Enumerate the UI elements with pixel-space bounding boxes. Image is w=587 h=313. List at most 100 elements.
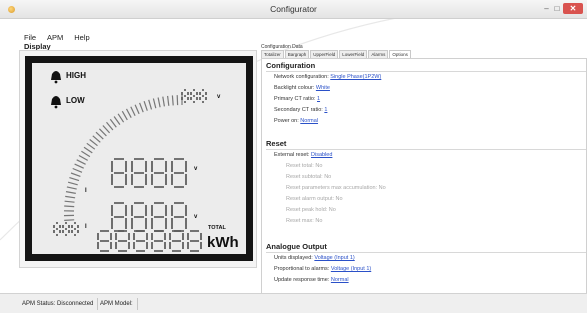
tab-lowerfield[interactable]: LowerField bbox=[339, 50, 368, 58]
totalizer-digit bbox=[133, 230, 148, 252]
totalizer-small-digit bbox=[53, 222, 61, 236]
bargraph-segment bbox=[162, 96, 165, 107]
bargraph-segment bbox=[134, 104, 140, 115]
menu-file[interactable]: File bbox=[24, 33, 36, 42]
upper-field-digit bbox=[171, 158, 187, 188]
lcd-bezel: HIGH LOW v v v I I TOTAL kWh bbox=[25, 56, 253, 261]
kwh-label: kWh bbox=[207, 234, 239, 251]
title-bar: Configurator – □ ✕ bbox=[0, 0, 587, 19]
tab-bargraph[interactable]: Bargraph bbox=[284, 50, 310, 58]
bargraph-segment bbox=[72, 167, 83, 173]
menu-apm[interactable]: APM bbox=[47, 33, 63, 42]
bargraph-segment bbox=[74, 163, 84, 169]
totalizer-digit bbox=[169, 230, 184, 252]
totalizer-digit bbox=[187, 230, 202, 252]
configuration-section: Configuration Network configuration: Sin… bbox=[266, 61, 586, 127]
bargraph-segment bbox=[113, 116, 121, 125]
configuration-heading: Configuration bbox=[266, 61, 586, 72]
reset-peak-hold-row: Reset peak hold: No bbox=[286, 207, 336, 213]
update-response-link[interactable]: Normal bbox=[331, 277, 349, 283]
reset-alarm-output-row: Reset alarm output: No bbox=[286, 196, 343, 202]
bargraph-segment bbox=[167, 95, 170, 106]
bargraph-digit bbox=[190, 89, 198, 103]
bargraph-segment bbox=[65, 191, 76, 194]
bargraph-segment bbox=[95, 131, 104, 140]
apm-status-text: APM Status: Disconnected bbox=[18, 298, 99, 310]
totalizer-digit bbox=[151, 230, 166, 252]
window-title: Configurator bbox=[270, 4, 317, 14]
bargraph-segment bbox=[106, 121, 114, 131]
lower-field-digit bbox=[131, 202, 147, 232]
backlight-row: Backlight colour: White bbox=[274, 85, 330, 91]
bargraph-segment bbox=[102, 125, 111, 134]
bargraph-segment bbox=[139, 102, 144, 113]
bargraph-segment bbox=[66, 186, 77, 190]
bargraph-segment bbox=[148, 99, 153, 110]
upper-field-digit bbox=[131, 158, 147, 188]
tab-alarms[interactable]: Alarms bbox=[368, 50, 389, 58]
totalizer-small-digit bbox=[62, 222, 70, 236]
bargraph-segment bbox=[143, 101, 148, 111]
secondary-ct-link[interactable]: 1 bbox=[324, 107, 327, 113]
alarm-high-bell-icon bbox=[51, 71, 61, 80]
bargraph-segment bbox=[152, 98, 157, 109]
tab-upperfield[interactable]: UpperField bbox=[310, 50, 339, 58]
reset-max-row: Reset max: No bbox=[286, 218, 323, 224]
alarm-high-label: HIGH bbox=[66, 71, 86, 80]
proportional-alarms-link[interactable]: Voltage (Input 1) bbox=[331, 266, 371, 272]
bargraph-segment bbox=[70, 172, 81, 177]
totalizer-small-digit bbox=[71, 222, 79, 236]
totalizer-digit bbox=[97, 230, 112, 252]
options-pane: Configuration Network configuration: Sin… bbox=[261, 58, 587, 295]
external-reset-row: External reset: Disabled bbox=[274, 152, 333, 158]
reset-heading: Reset bbox=[266, 139, 586, 150]
apm-model-text: APM Model: bbox=[96, 298, 138, 310]
primary-ct-link[interactable]: 1 bbox=[317, 96, 320, 102]
bargraph-segment bbox=[157, 97, 161, 108]
menu-help[interactable]: Help bbox=[74, 33, 89, 42]
bargraph-segment bbox=[92, 135, 101, 143]
external-reset-link[interactable]: Disabled bbox=[311, 152, 332, 158]
bargraph-segment bbox=[67, 181, 78, 186]
power-on-link[interactable]: Normal bbox=[300, 118, 318, 124]
tab-totalizer[interactable]: Totalizer bbox=[261, 50, 284, 58]
bargraph-segment bbox=[83, 146, 93, 154]
totalizer-digit bbox=[115, 230, 130, 252]
proportional-alarms-row: Proportional to alarms: Voltage (Input 1… bbox=[274, 266, 372, 272]
alarm-low-label: LOW bbox=[66, 96, 85, 105]
units-displayed-link[interactable]: Voltage (Input 1) bbox=[314, 255, 354, 261]
analogue-output-heading: Analogue Output bbox=[266, 242, 586, 253]
alarm-high-bell-icon-clapper bbox=[54, 80, 58, 84]
bargraph-segment bbox=[69, 177, 80, 182]
bargraph-segment bbox=[130, 106, 136, 116]
bargraph-segment bbox=[64, 200, 75, 203]
units-displayed-row: Units displayed: Voltage (Input 1) bbox=[274, 255, 355, 261]
status-bar: APM Status: Disconnected APM Model: bbox=[0, 293, 587, 313]
bargraph-segment bbox=[86, 142, 96, 150]
reset-section: Reset External reset: Disabled Reset tot… bbox=[266, 139, 586, 227]
close-button[interactable]: ✕ bbox=[563, 3, 583, 14]
bargraph-segment bbox=[125, 108, 132, 118]
bargraph-segment bbox=[171, 95, 174, 106]
bargraph-segment bbox=[65, 195, 76, 199]
bargraph-unit-label: v bbox=[217, 94, 221, 100]
upper-i-label: I bbox=[85, 188, 87, 194]
tab-options[interactable]: Options bbox=[389, 50, 411, 58]
reset-total-row: Reset total: No bbox=[286, 163, 323, 169]
reset-max-accumulation-row: Reset parameters max accumulation: No bbox=[286, 185, 386, 191]
bargraph-segment bbox=[89, 139, 98, 147]
backlight-link[interactable]: White bbox=[316, 85, 330, 91]
bargraph-segment bbox=[76, 159, 86, 165]
upper-unit-label: v bbox=[194, 166, 198, 172]
bargraph-digit bbox=[199, 89, 207, 103]
lower-i-label: I bbox=[85, 224, 87, 230]
bargraph-segment bbox=[78, 154, 88, 161]
minimize-button[interactable]: – bbox=[542, 3, 551, 14]
lower-field-digit bbox=[151, 202, 167, 232]
bargraph-segment bbox=[64, 205, 75, 208]
maximize-button[interactable]: □ bbox=[552, 3, 562, 14]
network-config-link[interactable]: Single Phase(1P2W) bbox=[330, 74, 381, 80]
display-panel: HIGH LOW v v v I I TOTAL kWh bbox=[19, 50, 257, 268]
primary-ct-row: Primary CT ratio: 1 bbox=[274, 96, 321, 102]
bargraph-segment bbox=[98, 128, 107, 137]
